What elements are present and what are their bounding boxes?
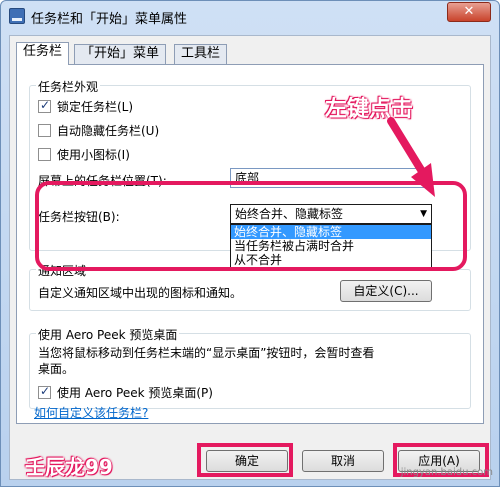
watermark: jingyan.baidu.com bbox=[400, 467, 493, 478]
aero-peek-group-title: 使用 Aero Peek 预览桌面 bbox=[36, 326, 180, 343]
pointer-arrow-icon bbox=[387, 117, 435, 197]
small-icons-checkbox[interactable] bbox=[38, 148, 51, 161]
autohide-checkbox[interactable] bbox=[38, 124, 51, 137]
aero-peek-checkbox[interactable] bbox=[38, 384, 51, 399]
position-select-value: 底部 bbox=[235, 171, 260, 185]
properties-window: 任务栏和「开始」菜单属性 ✕ 任务栏 「开始」菜单 工具栏 任务栏外观 锁定任务… bbox=[0, 0, 500, 487]
cancel-button[interactable]: 取消 bbox=[302, 450, 384, 472]
notification-description: 自定义通知区域中出现的图标和通知。 bbox=[38, 286, 243, 300]
small-icons-label: 使用小图标(I) bbox=[57, 148, 130, 162]
aero-peek-description-line2: 桌面。 bbox=[38, 362, 75, 376]
aero-peek-label: 使用 Aero Peek 预览桌面(P) bbox=[57, 386, 213, 400]
taskbar-buttons-dropdown: 始终合并、隐藏标签 当任务栏被占满时合并 从不合并 bbox=[230, 224, 432, 268]
dropdown-option-combine-when-full[interactable]: 当任务栏被占满时合并 bbox=[231, 239, 431, 253]
notification-group-title: 通知区域 bbox=[36, 262, 89, 279]
taskbar-app-icon bbox=[9, 8, 25, 24]
lock-taskbar-option[interactable]: 锁定任务栏(L) bbox=[38, 98, 133, 115]
taskbar-buttons-select-value: 始终合并、隐藏标签 bbox=[235, 207, 344, 221]
customize-button[interactable]: 自定义(C)... bbox=[340, 280, 432, 302]
chevron-down-icon: ▼ bbox=[420, 209, 427, 219]
small-icons-option[interactable]: 使用小图标(I) bbox=[38, 146, 130, 163]
dropdown-option-never-combine[interactable]: 从不合并 bbox=[231, 253, 431, 267]
notification-group: 通知区域 自定义通知区域中出现的图标和通知。 自定义(C)... bbox=[29, 262, 471, 311]
autohide-option[interactable]: 自动隐藏任务栏(U) bbox=[38, 122, 159, 139]
aero-peek-option[interactable]: 使用 Aero Peek 预览桌面(P) bbox=[38, 384, 213, 401]
taskbar-buttons-label: 任务栏按钮(B): bbox=[38, 210, 120, 224]
tab-toolbars[interactable]: 工具栏 bbox=[174, 44, 228, 64]
appearance-group-title: 任务栏外观 bbox=[36, 78, 101, 95]
dialog-body: 任务栏 「开始」菜单 工具栏 任务栏外观 锁定任务栏(L) 自动隐藏任务栏(U)… bbox=[9, 35, 491, 480]
tab-start-menu[interactable]: 「开始」菜单 bbox=[74, 44, 167, 64]
autohide-label: 自动隐藏任务栏(U) bbox=[57, 124, 160, 138]
dropdown-option-always-combine[interactable]: 始终合并、隐藏标签 bbox=[231, 225, 431, 239]
lock-taskbar-checkbox[interactable] bbox=[38, 98, 51, 113]
taskbar-buttons-select[interactable]: 始终合并、隐藏标签 ▼ bbox=[230, 204, 432, 224]
aero-peek-group: 使用 Aero Peek 预览桌面 当您将鼠标移动到任务栏末端的“显示桌面”按钮… bbox=[29, 326, 471, 409]
title-bar[interactable]: 任务栏和「开始」菜单属性 ✕ bbox=[1, 1, 499, 31]
position-label: 屏幕上的任务栏位置(T): bbox=[38, 174, 167, 188]
author-annotation: 壬辰龙99 bbox=[25, 455, 113, 479]
aero-peek-description-line1: 当您将鼠标移动到任务栏末端的“显示桌面”按钮时，会暂时查看 bbox=[38, 346, 375, 360]
tab-taskbar[interactable]: 任务栏 bbox=[16, 42, 70, 65]
close-button[interactable]: ✕ bbox=[447, 2, 491, 22]
help-link[interactable]: 如何自定义该任务栏? bbox=[34, 404, 148, 421]
ok-button[interactable]: 确定 bbox=[206, 450, 288, 472]
window-title: 任务栏和「开始」菜单属性 bbox=[31, 12, 188, 27]
lock-taskbar-label: 锁定任务栏(L) bbox=[57, 100, 134, 114]
